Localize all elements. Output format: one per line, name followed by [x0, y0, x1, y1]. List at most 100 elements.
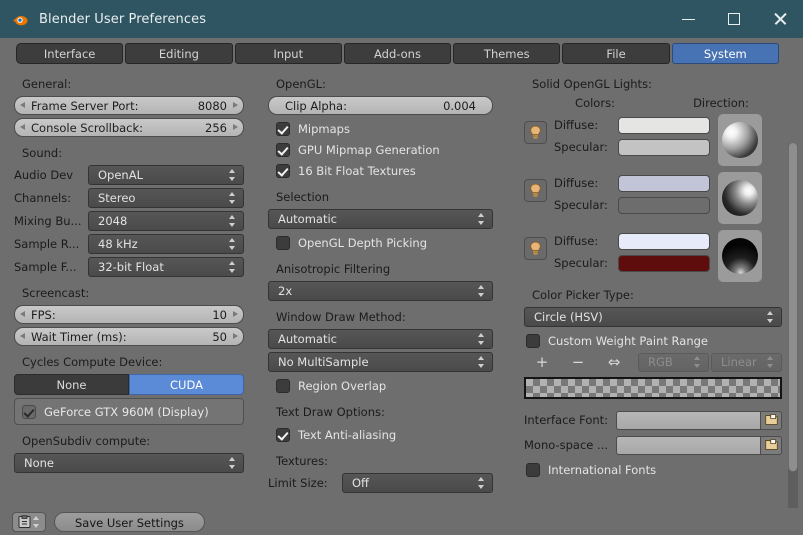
- float-textures-row[interactable]: 16 Bit Float Textures: [276, 160, 493, 181]
- ramp-flip-icon[interactable]: ⇔: [596, 353, 632, 371]
- opensubdiv-dropdown[interactable]: None: [14, 453, 244, 473]
- scrollbar-thumb[interactable]: [788, 142, 798, 472]
- international-fonts-checkbox[interactable]: [526, 462, 540, 477]
- chevron-updown-icon: [229, 457, 236, 469]
- cuda-device-checkbox[interactable]: [22, 404, 36, 419]
- color-picker-type-dropdown[interactable]: Circle (HSV): [524, 307, 782, 327]
- tab-system[interactable]: System: [671, 42, 779, 64]
- wait-timer-slider[interactable]: Wait Timer (ms): 50: [14, 327, 244, 346]
- increment-arrow-icon[interactable]: [233, 333, 238, 339]
- increment-arrow-icon[interactable]: [233, 124, 238, 130]
- ramp-interpolation-dropdown[interactable]: Linear: [711, 352, 782, 372]
- sample-format-dropdown[interactable]: 32-bit Float: [88, 257, 244, 277]
- interface-font-row: Interface Font:: [524, 409, 782, 431]
- increment-arrow-icon[interactable]: [233, 102, 238, 108]
- region-overlap-row[interactable]: Region Overlap: [276, 375, 493, 396]
- anisotropic-filtering-dropdown[interactable]: 2x: [268, 281, 493, 301]
- preset-dropdown-icon[interactable]: [12, 511, 46, 532]
- tab-interface[interactable]: Interface: [16, 42, 124, 64]
- save-user-settings-button[interactable]: Save User Settings: [54, 511, 205, 532]
- light-1-specular-label: Specular:: [554, 140, 608, 154]
- decrement-arrow-icon[interactable]: [20, 102, 25, 108]
- window-draw-method-value: Automatic: [278, 332, 337, 346]
- cuda-device-checkbox-row[interactable]: GeForce GTX 960M (Display): [14, 398, 244, 425]
- float-textures-checkbox[interactable]: [276, 163, 290, 178]
- light-2-direction-widget[interactable]: [718, 172, 762, 224]
- mipmaps-row[interactable]: Mipmaps: [276, 118, 493, 139]
- region-overlap-checkbox[interactable]: [276, 378, 290, 393]
- light-1-diffuse-row: Diffuse:: [554, 114, 710, 136]
- folder-open-icon[interactable]: [761, 435, 782, 455]
- cycles-device-none[interactable]: None: [14, 374, 129, 395]
- channels-dropdown[interactable]: Stereo: [88, 188, 244, 208]
- ramp-selects: RGB Linear: [638, 352, 782, 372]
- folder-open-icon[interactable]: [761, 410, 782, 430]
- frame-server-port-slider[interactable]: Frame Server Port: 8080: [14, 96, 244, 115]
- console-scrollback-label: Console Scrollback:: [31, 120, 144, 135]
- light-3-direction-widget[interactable]: [718, 230, 762, 282]
- depth-picking-row[interactable]: OpenGL Depth Picking: [276, 232, 493, 253]
- text-draw-options-header: Text Draw Options:: [276, 405, 385, 419]
- ramp-remove-button[interactable]: −: [560, 353, 596, 371]
- light-3-diffuse-swatch[interactable]: [618, 232, 710, 250]
- monospace-font-input[interactable]: [616, 435, 761, 455]
- increment-arrow-icon[interactable]: [233, 311, 238, 317]
- light-3-specular-swatch[interactable]: [618, 254, 710, 272]
- light-1-diffuse-swatch[interactable]: [618, 116, 710, 134]
- minimize-button[interactable]: [665, 0, 711, 38]
- clip-alpha-value: 0.004: [443, 98, 476, 113]
- color-ramp-preview[interactable]: [524, 377, 782, 399]
- decrement-arrow-icon[interactable]: [20, 333, 25, 339]
- custom-weight-paint-range-checkbox[interactable]: [526, 333, 540, 348]
- lightbulb-icon[interactable]: [524, 237, 547, 260]
- text-antialiasing-row[interactable]: Text Anti-aliasing: [276, 424, 493, 445]
- limit-size-dropdown[interactable]: Off: [342, 473, 493, 493]
- light-2-diffuse-swatch[interactable]: [618, 174, 710, 192]
- opengl-header: OpenGL:: [276, 77, 326, 91]
- anisotropic-filtering-header: Anisotropic Filtering: [276, 262, 391, 276]
- fps-slider[interactable]: FPS: 10: [14, 305, 244, 324]
- selection-dropdown[interactable]: Automatic: [268, 209, 493, 229]
- audio-device-value: OpenAL: [98, 168, 143, 182]
- tab-addons[interactable]: Add-ons: [343, 42, 452, 64]
- multisample-value: No MultiSample: [278, 355, 369, 369]
- light-1-specular-swatch[interactable]: [618, 138, 710, 156]
- mipmaps-checkbox[interactable]: [276, 121, 290, 136]
- lightbulb-icon[interactable]: [524, 179, 547, 202]
- audio-device-label: Audio Dev: [14, 168, 74, 182]
- cycles-device-cuda[interactable]: CUDA: [129, 374, 244, 395]
- maximize-button[interactable]: [711, 0, 757, 38]
- window-draw-method-dropdown[interactable]: Automatic: [268, 329, 493, 349]
- blender-logo-icon: [13, 16, 28, 26]
- tab-editing[interactable]: Editing: [125, 42, 233, 64]
- tab-input[interactable]: Input: [234, 42, 342, 64]
- tab-file[interactable]: File: [562, 42, 670, 64]
- tab-themes[interactable]: Themes: [453, 42, 561, 64]
- light-1-diffuse-label: Diffuse:: [554, 118, 599, 132]
- text-antialiasing-checkbox[interactable]: [276, 427, 290, 442]
- light-1-direction-widget[interactable]: [718, 114, 762, 166]
- decrement-arrow-icon[interactable]: [20, 124, 25, 130]
- audio-device-dropdown[interactable]: OpenAL: [88, 165, 244, 185]
- custom-weight-paint-range-row[interactable]: Custom Weight Paint Range: [526, 330, 782, 351]
- depth-picking-checkbox[interactable]: [276, 235, 290, 250]
- lightbulb-icon[interactable]: [524, 121, 547, 144]
- content-scrollbar[interactable]: [788, 142, 798, 508]
- international-fonts-row[interactable]: International Fonts: [526, 459, 782, 480]
- ramp-add-button[interactable]: +: [524, 353, 560, 371]
- clip-alpha-slider[interactable]: Clip Alpha: 0.004: [268, 96, 493, 115]
- sample-rate-dropdown[interactable]: 48 kHz: [88, 234, 244, 254]
- maximize-icon: [728, 13, 740, 25]
- gpu-mipmap-row[interactable]: GPU Mipmap Generation: [276, 139, 493, 160]
- ramp-color-mode-dropdown[interactable]: RGB: [638, 352, 709, 372]
- interface-font-input[interactable]: [616, 410, 761, 430]
- multisample-dropdown[interactable]: No MultiSample: [268, 352, 493, 372]
- gpu-mipmap-checkbox[interactable]: [276, 142, 290, 157]
- channels-value: Stereo: [98, 191, 136, 205]
- decrement-arrow-icon[interactable]: [20, 311, 25, 317]
- mixing-buffer-dropdown[interactable]: 2048: [88, 211, 244, 231]
- close-button[interactable]: [757, 0, 803, 38]
- console-scrollback-slider[interactable]: Console Scrollback: 256: [14, 118, 244, 137]
- wait-timer-label: Wait Timer (ms):: [31, 329, 127, 344]
- light-2-specular-swatch[interactable]: [618, 196, 710, 214]
